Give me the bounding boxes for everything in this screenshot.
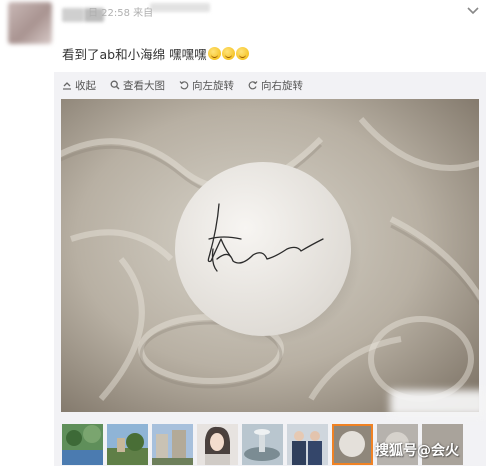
thumbnail-3[interactable] [152, 424, 193, 465]
post-meta: 日 22:58 来自 [68, 8, 154, 19]
collapse-icon [63, 82, 71, 90]
rotate-left-button[interactable]: 向左旋转 [179, 78, 234, 93]
magnifier-icon [110, 80, 120, 90]
main-photo-signed-coaster[interactable] [61, 99, 479, 412]
laughing-emoji-icon [235, 47, 249, 60]
watermark-text: 搜狐号@会火 [375, 443, 459, 459]
thumbnail-4[interactable] [197, 424, 238, 465]
laughing-emoji-icon [207, 47, 221, 60]
blurred-overlay [390, 390, 486, 416]
post-text-row: 看到了ab和小海绵 嘿嘿嘿 [62, 44, 249, 63]
thumbnail-2[interactable] [107, 424, 148, 465]
rotate-left-icon [179, 81, 189, 90]
view-large-button[interactable]: 查看大图 [110, 78, 165, 93]
collapse-label: 收起 [75, 79, 96, 92]
view-large-label: 查看大图 [123, 79, 165, 92]
blurred-source [150, 3, 210, 12]
rotate-right-label: 向右旋转 [261, 79, 303, 92]
rotate-left-label: 向左旋转 [192, 79, 234, 92]
photo-content [61, 99, 479, 412]
rotate-right-icon [248, 81, 258, 90]
user-avatar[interactable] [8, 2, 52, 44]
collapse-button[interactable]: 收起 [62, 78, 96, 93]
thumbnail-6[interactable] [287, 424, 328, 465]
image-toolbar: 收起 查看大图 向左旋转 向右旋转 [62, 78, 317, 92]
laughing-emoji-icon [221, 47, 235, 60]
thumbnail-7-selected[interactable] [332, 424, 373, 465]
thumbnail-1[interactable] [62, 424, 103, 465]
chevron-down-icon[interactable] [466, 6, 480, 16]
rotate-right-button[interactable]: 向右旋转 [248, 78, 303, 93]
post-text: 看到了ab和小海绵 嘿嘿嘿 [62, 47, 207, 62]
thumbnail-5[interactable] [242, 424, 283, 465]
